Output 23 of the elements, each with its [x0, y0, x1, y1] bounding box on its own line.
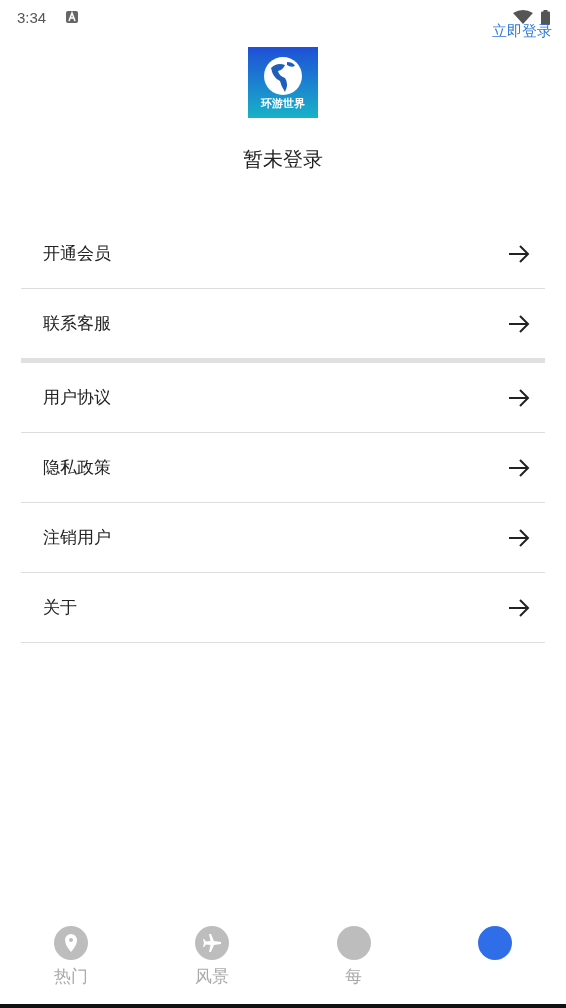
- circle-icon: [336, 926, 371, 960]
- battery-icon: [541, 9, 550, 25]
- globe-icon: [263, 55, 303, 96]
- menu-item[interactable]: 关于: [21, 573, 545, 643]
- menu-item[interactable]: 用户协议: [21, 363, 545, 433]
- circle-icon: [478, 926, 513, 960]
- arrow-icon: [508, 244, 530, 263]
- plane-icon: [195, 926, 230, 960]
- wifi-icon: [513, 10, 533, 24]
- arrow-icon: [508, 314, 530, 333]
- logo-text: 环游世界: [261, 97, 305, 110]
- pin-icon: [53, 926, 88, 960]
- login-link[interactable]: 立即登录: [492, 22, 552, 41]
- arrow-icon: [508, 458, 530, 477]
- menu-item[interactable]: 注销用户: [21, 503, 545, 573]
- user-status: 暂未登录: [242, 146, 324, 173]
- notification-icon: [66, 11, 79, 23]
- arrow-icon: [508, 388, 530, 407]
- menu-item[interactable]: 开通会员: [21, 219, 545, 289]
- status-time: 3:34: [17, 8, 47, 26]
- menu-item[interactable]: 隐私政策: [21, 433, 545, 503]
- arrow-icon: [508, 598, 530, 617]
- arrow-icon: [508, 528, 530, 547]
